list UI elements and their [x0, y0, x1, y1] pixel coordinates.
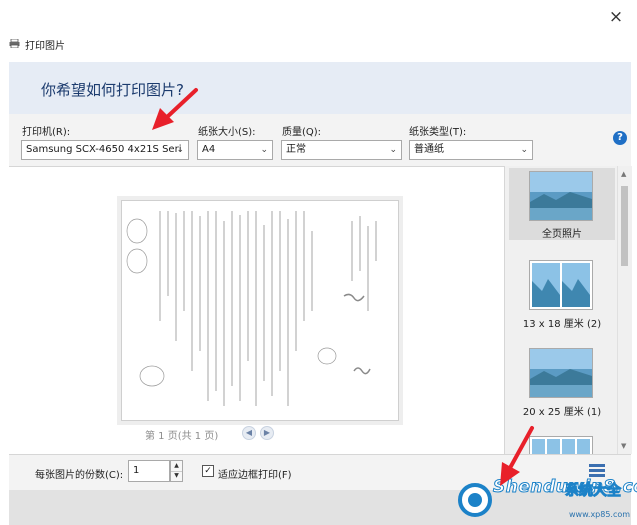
paper-type-label: 纸张类型(T): [409, 127, 467, 138]
layout-label: 13 x 18 厘米 (2) [522, 319, 602, 330]
dialog-heading: 你希望如何打印图片? [41, 81, 184, 99]
multi-photo-thumbnail [529, 436, 593, 454]
layout-label: 20 x 25 厘米 (1) [522, 407, 602, 418]
next-page-button[interactable]: ▶ [260, 426, 274, 440]
chevron-down-icon: ⌄ [260, 145, 268, 155]
landscape-photo-thumbnail [529, 171, 593, 221]
layout-item-partial[interactable] [509, 432, 615, 454]
chevron-down-icon: ⌄ [389, 145, 397, 155]
close-button[interactable]: × [607, 8, 625, 26]
scroll-down-icon[interactable]: ▼ [621, 442, 626, 450]
quality-select[interactable]: 正常 ⌄ [281, 140, 402, 160]
scroll-up-icon[interactable]: ▲ [621, 170, 626, 178]
paper-type-value: 普通纸 [414, 144, 444, 155]
watermark-url: www.xp85.com [569, 510, 631, 519]
watermark-brand-cn: 系统大全 [565, 483, 622, 500]
watermark-logo-icon [458, 483, 492, 517]
layout-item-full-page[interactable]: 全页照片 [509, 168, 615, 240]
copies-stepper[interactable]: ▲ ▼ [170, 460, 183, 482]
double-photo-thumbnail [529, 260, 593, 310]
layout-list: 全页照片 13 x 18 厘米 (2) 20 x 25 厘米 (1) [504, 166, 618, 454]
page-preview [121, 200, 399, 421]
title-bar: × 打印图片 [0, 0, 637, 60]
layout-item-20x25[interactable]: 20 x 25 厘米 (1) [509, 344, 615, 424]
quality-label: 质量(Q): [282, 127, 322, 138]
window-title: 打印图片 [25, 41, 65, 52]
layout-item-13x18[interactable]: 13 x 18 厘米 (2) [509, 256, 615, 336]
landscape-photo-thumbnail [529, 348, 593, 398]
paper-type-select[interactable]: 普通纸 ⌄ [409, 140, 533, 160]
previous-page-button[interactable]: ◀ [242, 426, 256, 440]
stepper-down-icon[interactable]: ▼ [171, 471, 182, 481]
paper-size-label: 纸张大小(S): [198, 127, 256, 138]
layout-label: 全页照片 [542, 229, 582, 240]
scanned-document-thumbnail [126, 211, 377, 406]
printer-label: 打印机(R): [22, 127, 71, 138]
fit-to-frame-label: 适应边框打印(F) [218, 470, 292, 481]
print-options-bar: 打印机(R): Samsung SCX-4650 4x21S Seri ⌄ 纸张… [9, 114, 631, 166]
page-indicator: 第 1 页(共 1 页) [145, 431, 219, 442]
copies-input[interactable]: 1 [128, 460, 170, 482]
chevron-down-icon: ⌄ [176, 145, 184, 155]
scroll-thumb[interactable] [621, 186, 628, 266]
paper-size-value: A4 [202, 144, 216, 155]
layout-scrollbar[interactable]: ▲ ▼ [617, 166, 632, 454]
paper-size-select[interactable]: A4 ⌄ [197, 140, 273, 160]
chevron-down-icon: ⌄ [520, 145, 528, 155]
copies-label: 每张图片的份数(C): [35, 470, 124, 481]
printer-select[interactable]: Samsung SCX-4650 4x21S Seri ⌄ [21, 140, 189, 160]
quality-value: 正常 [286, 144, 306, 155]
site-watermark: Shenduwin8.com 系统大全 www.xp85.com [453, 476, 637, 522]
printer-value: Samsung SCX-4650 4x21S Seri [26, 144, 182, 155]
dialog-header: 你希望如何打印图片? [9, 62, 631, 114]
print-preview-pane: 第 1 页(共 1 页) ◀ ▶ [9, 166, 504, 455]
help-icon[interactable]: ? [613, 131, 627, 145]
printer-app-icon [9, 39, 20, 48]
fit-to-frame-checkbox[interactable]: ✓ [202, 465, 214, 477]
